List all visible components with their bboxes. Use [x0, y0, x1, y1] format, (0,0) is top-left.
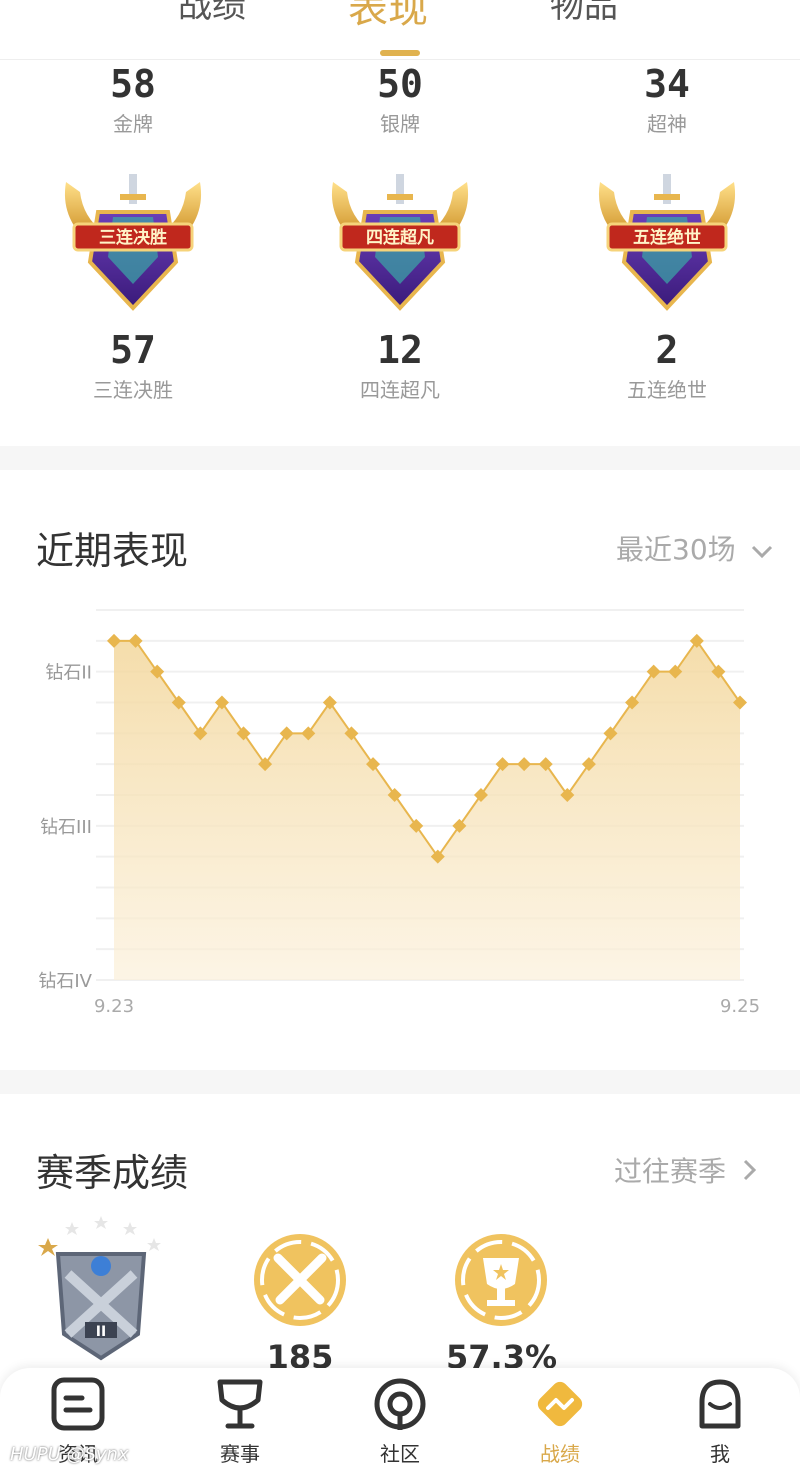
nav-label: 战绩 [540, 1442, 580, 1466]
stat-label: 四连超凡 [360, 377, 440, 402]
stat-value: 2 [655, 328, 679, 372]
x-tick-label: 9.25 [720, 996, 760, 1017]
nav-item-events[interactable]: 赛事 [180, 1376, 300, 1467]
season-stat-matches: 185 [248, 1230, 352, 1376]
profile-icon [699, 1379, 741, 1429]
rank-trend-chart: 钻石IV 钻石III 钻石II 9.23 9.25 [38, 609, 760, 1017]
stats-icon [537, 1381, 583, 1427]
y-tick-label: 钻石IV [38, 971, 92, 992]
nav-item-community[interactable]: 社区 [340, 1376, 460, 1467]
y-tick-label: 钻石II [45, 663, 92, 684]
crossed-swords-icon [250, 1230, 350, 1330]
stat-value: 58 [110, 62, 156, 106]
badge-text: 五连绝世 [633, 227, 701, 248]
badge-text: 三连决胜 [99, 227, 167, 248]
chevron-right-icon [743, 1155, 757, 1188]
community-icon [374, 1378, 426, 1430]
season-stat-winrate: 57.3% [446, 1230, 557, 1376]
stat-quadra: 12 四连超凡 [267, 328, 533, 403]
trophy-icon [451, 1230, 551, 1330]
section-title: 赛季成绩 [36, 1151, 189, 1195]
tab-items[interactable]: 物品 [550, 0, 618, 27]
past-seasons-label: 过往赛季 [614, 1155, 727, 1188]
nav-label: 我 [710, 1442, 730, 1466]
stat-triple-win: 57 三连决胜 [0, 328, 266, 403]
recent-performance-card: 近期表现 最近30场 钻石IV 钻石III 钻石II 9.23 9.25 [0, 470, 800, 1070]
chart-point [689, 633, 704, 648]
chart-point [214, 695, 229, 710]
trophy-cup-icon [217, 1379, 263, 1429]
stat-value: 34 [644, 62, 690, 106]
tab-performance[interactable]: 表现 [348, 0, 428, 34]
nav-label: 社区 [380, 1442, 420, 1466]
diamond-rank-icon: II [38, 1214, 164, 1364]
active-tab-indicator [380, 50, 420, 56]
svg-text:II: II [96, 1324, 106, 1340]
nav-item-stats[interactable]: 战绩 [500, 1376, 620, 1467]
nav-item-me[interactable]: 我 [660, 1376, 780, 1467]
chart-point [322, 695, 337, 710]
top-tab-bar: 战绩 表现 物品 [0, 0, 800, 60]
news-icon [51, 1377, 105, 1431]
stat-legendary: 34 超神 [534, 62, 800, 137]
nav-label: 赛事 [220, 1442, 260, 1466]
badge-text: 四连超凡 [366, 227, 434, 248]
watermark-text: HUPU @Synx [10, 1444, 129, 1465]
y-tick-label: 钻石III [40, 817, 92, 838]
stat-value: 50 [377, 62, 423, 106]
stat-label: 超神 [647, 111, 687, 136]
chart-area [114, 640, 740, 980]
stat-gold-medal: 58 金牌 [0, 62, 266, 137]
stat-label: 银牌 [380, 111, 420, 136]
stat-label: 三连决胜 [93, 377, 173, 402]
stat-value: 57 [110, 328, 156, 372]
penta-badge-icon: 五连绝世 [592, 172, 742, 312]
stat-silver-medal: 50 银牌 [267, 62, 533, 137]
stat-value: 12 [377, 328, 423, 372]
achievement-stats-card: 58 金牌 50 银牌 34 超神 三连决胜 四连超凡 五连绝世 57 三连决胜… [0, 60, 800, 446]
past-seasons-link[interactable]: 过往赛季 [614, 1150, 757, 1190]
triple-win-badge-icon: 三连决胜 [58, 172, 208, 312]
tab-records[interactable]: 战绩 [178, 0, 246, 27]
stat-label: 五连绝世 [627, 377, 707, 402]
quadra-badge-icon: 四连超凡 [325, 172, 475, 312]
stat-penta: 2 五连绝世 [534, 328, 800, 403]
x-tick-label: 9.23 [94, 996, 134, 1017]
stat-label: 金牌 [113, 111, 153, 136]
